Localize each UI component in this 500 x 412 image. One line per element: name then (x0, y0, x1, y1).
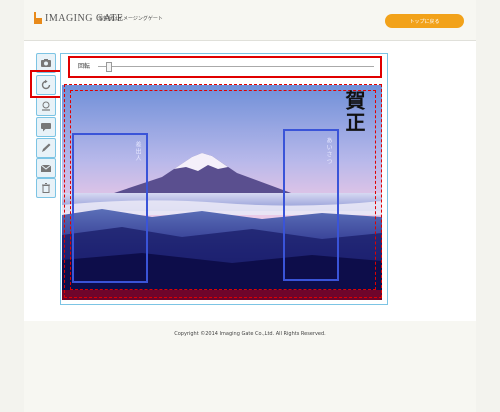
greeting-title[interactable]: 賀正 (340, 90, 369, 134)
pen-icon (42, 143, 51, 152)
greeting-text-box[interactable]: あいさつ (283, 129, 339, 281)
envelope-icon (40, 164, 52, 172)
tool-address[interactable] (36, 158, 56, 178)
camera-icon (41, 59, 51, 67)
sender-text-box[interactable]: 差出人 (72, 133, 148, 283)
tool-pen[interactable] (36, 138, 56, 158)
back-to-top-button[interactable]: トップに戻る (385, 14, 464, 28)
header: IMAGING GATE 年賀状はイメージングゲート トップに戻る (24, 0, 476, 41)
copyright: Copyright ©2014 Imaging Gate Co.,Ltd. Al… (174, 331, 326, 337)
speech-bubble-icon (41, 123, 51, 132)
logo-mark-icon (34, 12, 42, 24)
tool-stamp[interactable] (36, 96, 56, 116)
greeting-body-text: あいさつ (325, 137, 332, 165)
stamp-icon (42, 101, 50, 111)
trash-icon (42, 183, 50, 193)
sender-text: 差出人 (134, 141, 141, 162)
rotate-slider-handle[interactable] (106, 62, 112, 72)
tagline: 年賀状はイメージングゲート (98, 16, 163, 22)
rotate-label: 回転 (78, 63, 91, 70)
rotate-control: 回転 (68, 56, 382, 78)
tool-text[interactable] (36, 117, 56, 137)
rotate-slider-track[interactable] (98, 66, 374, 67)
tool-delete[interactable] (36, 178, 56, 198)
